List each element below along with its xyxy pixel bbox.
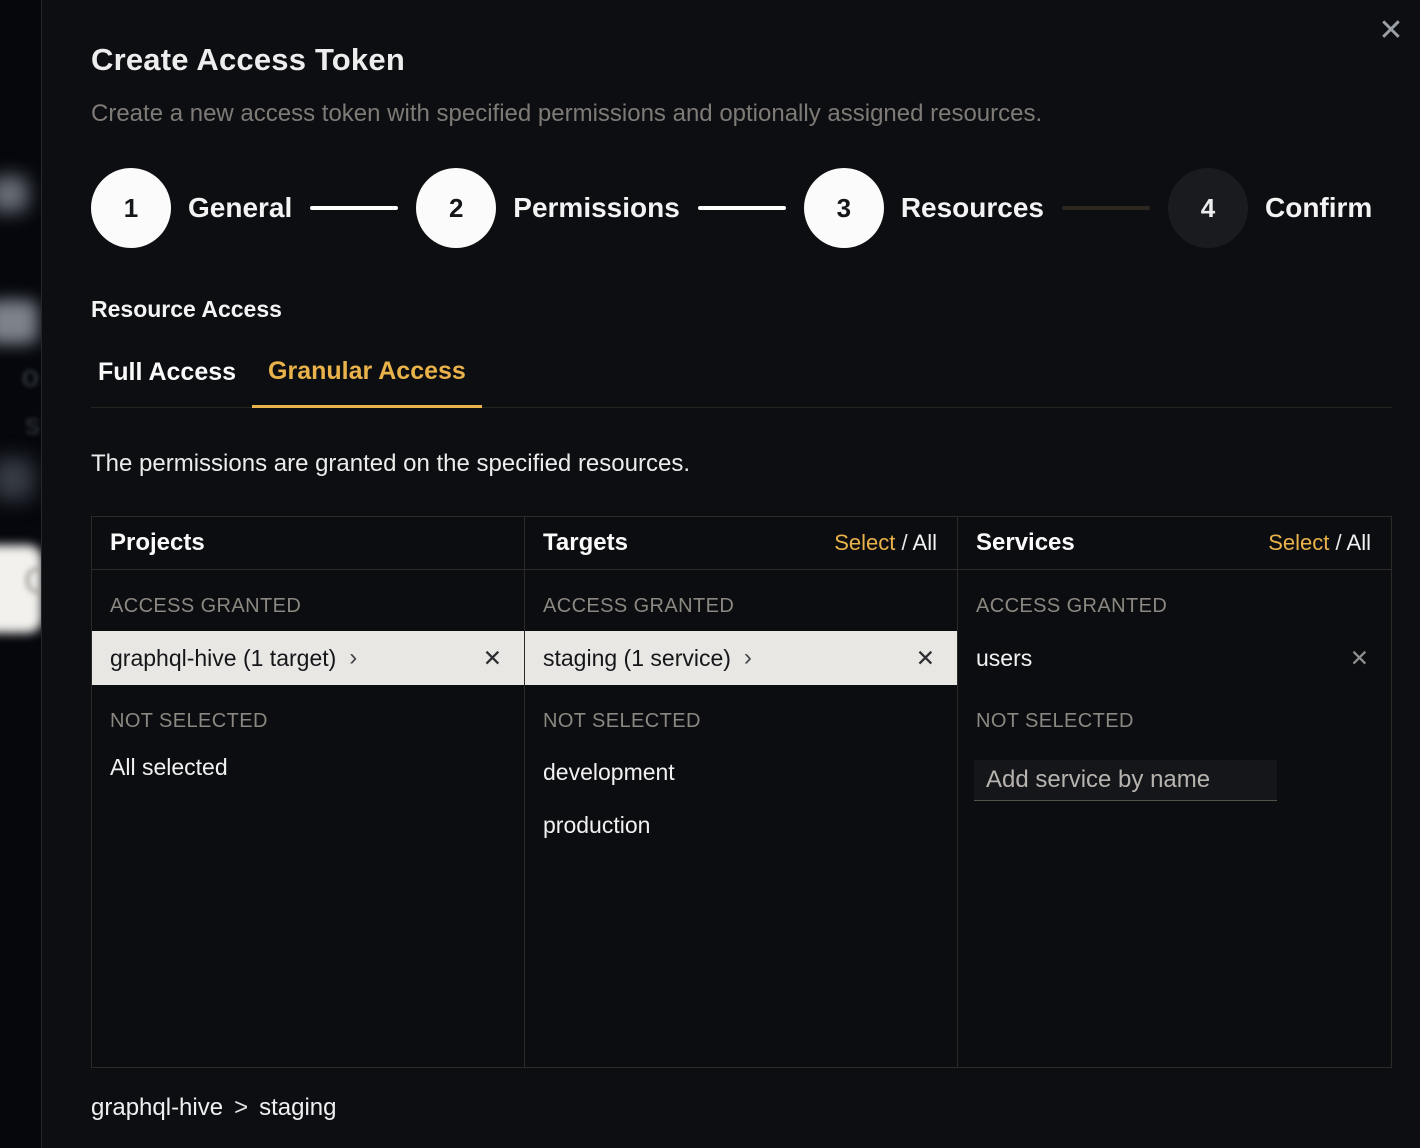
step-connector [698,206,786,210]
step-number-badge: 2 [416,168,496,248]
breadcrumb-project: graphql-hive [91,1094,223,1122]
services-select-link[interactable]: Select [1268,530,1329,555]
not-selected-label: NOT SELECTED [92,685,524,746]
projects-column: Projects ACCESS GRANTED graphql-hive (1 … [92,517,525,1067]
selected-target-row[interactable]: staging (1 service) › ✕ [525,631,957,685]
step-label: Resources [901,192,1044,224]
step-permissions[interactable]: 2 Permissions [416,168,680,248]
tab-full-access[interactable]: Full Access [91,358,236,407]
dialog-description: Create a new access token with specified… [91,100,1392,128]
breadcrumb: graphql-hive > staging [91,1094,1392,1122]
select-all-separator: / [1336,530,1342,555]
targets-select-all: Select / All [834,530,937,556]
services-select-all: Select / All [1268,530,1371,556]
backdrop-blur-blob [0,300,38,344]
step-number-badge: 3 [804,168,884,248]
remove-service-icon[interactable]: ✕ [1350,645,1369,672]
targets-all-link[interactable]: All [913,530,937,555]
step-number-badge: 1 [91,168,171,248]
backdrop-text-fragment: C [24,560,41,602]
step-label: Confirm [1265,192,1372,224]
access-granted-label: ACCESS GRANTED [92,570,524,631]
backdrop-blur-blob [0,458,34,500]
step-number-badge: 4 [1168,168,1248,248]
resource-access-heading: Resource Access [91,296,1392,323]
remove-project-icon[interactable]: ✕ [483,645,502,672]
page-backdrop: o s C [0,0,41,1148]
access-granted-label: ACCESS GRANTED [958,570,1391,631]
targets-column-header: Targets Select / All [525,517,957,570]
wizard-stepper: 1 General 2 Permissions 3 Resources 4 Co… [91,168,1392,248]
step-connector [1062,206,1150,210]
target-option-production[interactable]: production [525,799,957,852]
column-title: Targets [543,529,628,557]
selected-target-label: staging (1 service) [543,645,731,672]
granular-access-note: The permissions are granted on the speci… [91,450,1392,478]
chevron-right-icon: › [349,644,357,672]
dialog-title: Create Access Token [91,42,1392,78]
column-title: Services [976,529,1075,557]
not-selected-label: NOT SELECTED [958,685,1391,746]
step-label: Permissions [513,192,680,224]
services-all-link[interactable]: All [1347,530,1371,555]
targets-column: Targets Select / All ACCESS GRANTED stag… [525,517,958,1067]
breadcrumb-target: staging [259,1094,336,1122]
column-title: Projects [110,529,205,557]
step-connector [310,206,398,210]
step-label: General [188,192,292,224]
create-access-token-dialog: ✕ Create Access Token Create a new acces… [41,0,1420,1148]
selected-project-label: graphql-hive (1 target) [110,645,336,672]
granted-service-label: users [976,645,1032,672]
chevron-right-icon: › [744,644,752,672]
backdrop-text-fragment: o [22,360,39,394]
all-selected-text: All selected [92,746,524,789]
granted-service-row: users ✕ [958,631,1391,685]
step-confirm[interactable]: 4 Confirm [1168,168,1372,248]
resource-selection-table: Projects ACCESS GRANTED graphql-hive (1 … [91,516,1392,1068]
select-all-separator: / [902,530,908,555]
targets-select-link[interactable]: Select [834,530,895,555]
services-column: Services Select / All ACCESS GRANTED use… [958,517,1391,1067]
remove-target-icon[interactable]: ✕ [916,645,935,672]
backdrop-blur-blob [0,176,28,212]
not-selected-label: NOT SELECTED [525,685,957,746]
projects-column-header: Projects [92,517,524,570]
access-granted-label: ACCESS GRANTED [525,570,957,631]
backdrop-text-fragment: s [25,408,40,442]
step-resources[interactable]: 3 Resources [804,168,1044,248]
add-service-input[interactable] [974,760,1277,801]
services-column-header: Services Select / All [958,517,1391,570]
breadcrumb-separator: > [234,1094,248,1122]
selected-project-row[interactable]: graphql-hive (1 target) › ✕ [92,631,524,685]
target-option-development[interactable]: development [525,746,957,799]
step-general[interactable]: 1 General [91,168,292,248]
access-mode-tabs: Full Access Granular Access [91,357,1392,408]
tab-granular-access[interactable]: Granular Access [252,357,482,408]
close-icon[interactable]: ✕ [1373,12,1409,48]
